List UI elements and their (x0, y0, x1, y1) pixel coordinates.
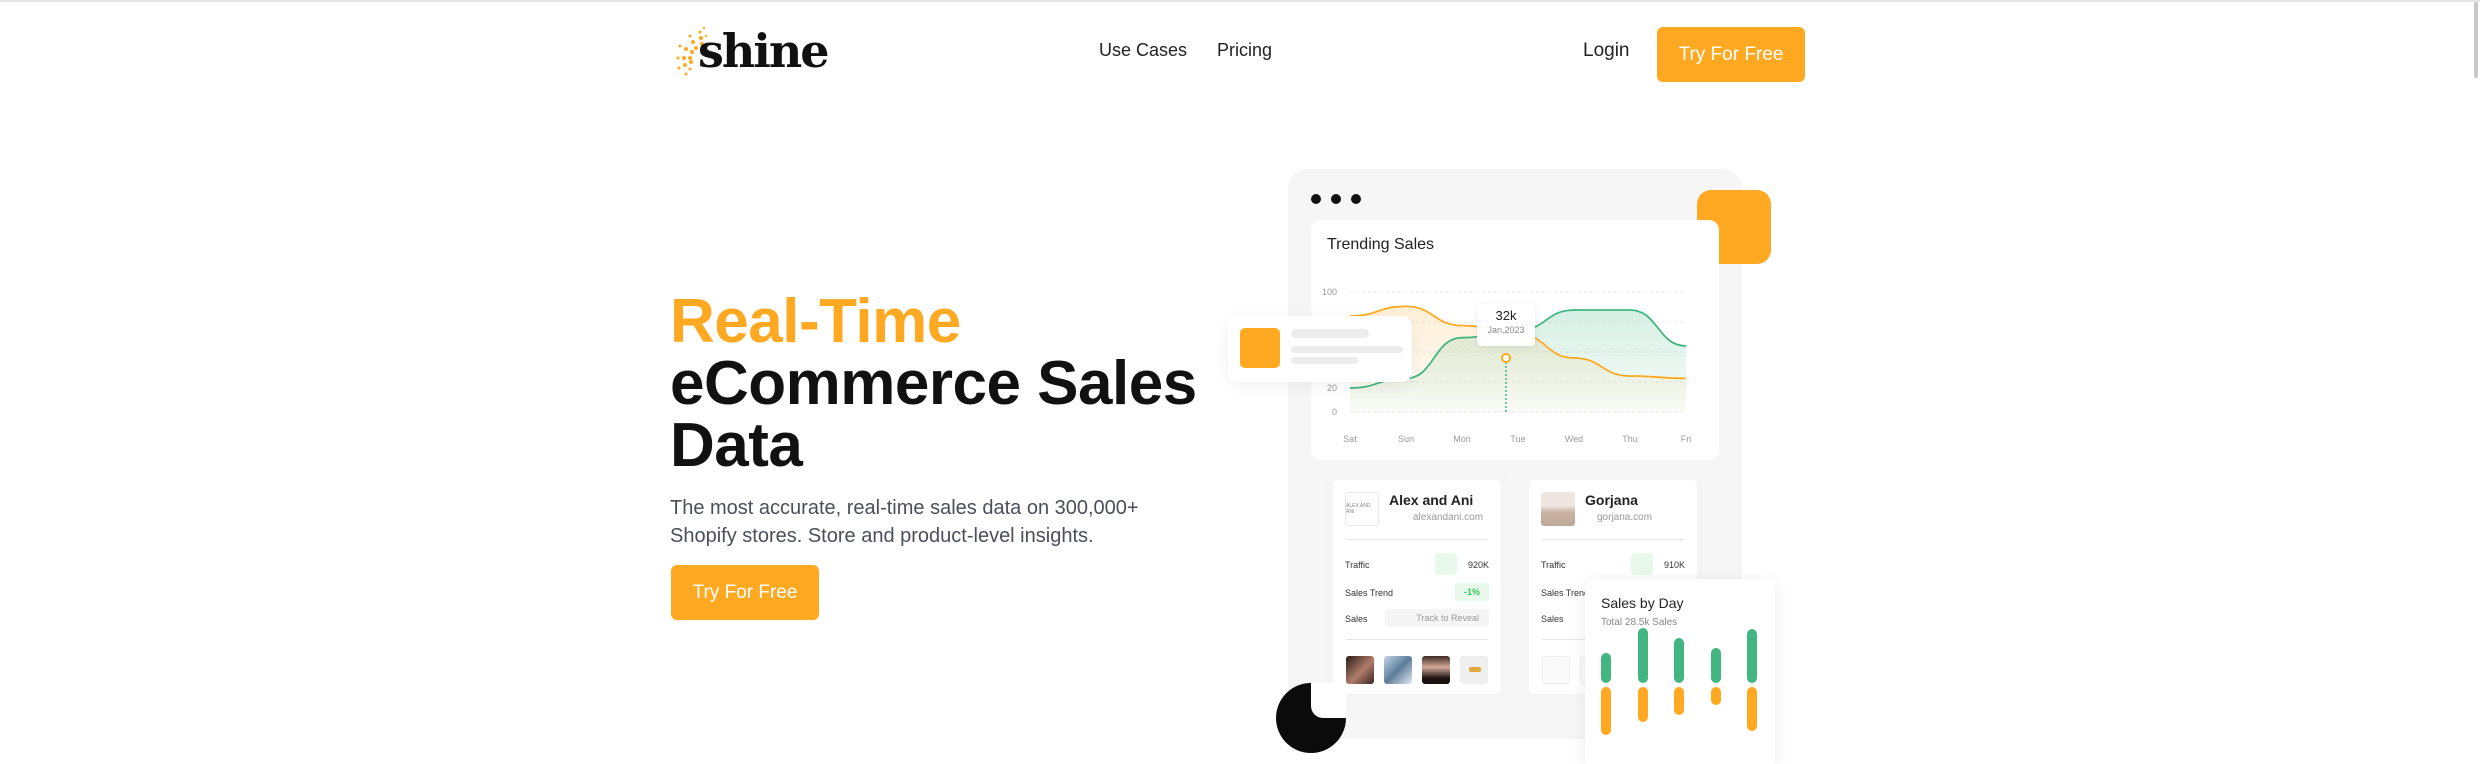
sales-bar-orange (1638, 687, 1648, 722)
divider (1542, 539, 1684, 540)
store-card-alex-and-ani[interactable]: ALEX AND ANI Alex and Ani alexandani.com… (1327, 474, 1507, 700)
sales-bar-orange (1747, 687, 1757, 731)
shine-logo[interactable]: shine (670, 24, 830, 84)
traffic-label: Traffic (1541, 560, 1566, 570)
hero-title-line3: Data (670, 411, 803, 480)
sales-by-day-card: Sales by Day Total 28.5k Sales (1585, 579, 1775, 764)
try-for-free-hero-button[interactable]: Try For Free (671, 565, 819, 620)
sales-bar-green (1638, 628, 1648, 683)
sales-trend-label: Sales Trend (1345, 588, 1394, 598)
skeleton-line (1291, 329, 1369, 338)
x-tick-label: Fri (1681, 434, 1692, 444)
decorative-notch (1311, 683, 1346, 718)
window-dot (1311, 194, 1321, 204)
y-tick-label: 20 (1327, 383, 1337, 393)
store-domain: gorjana.com (1597, 512, 1653, 523)
sales-bar-orange (1601, 687, 1611, 735)
main-nav: Use Cases Pricing (1099, 40, 1272, 61)
x-tick-label: Tue (1510, 434, 1525, 444)
window-dot (1351, 194, 1361, 204)
store-logo (1541, 492, 1575, 526)
page-scrollbar[interactable] (2474, 2, 2478, 78)
divider (1346, 539, 1488, 540)
x-tick-label: Mon (1453, 434, 1471, 444)
window-dots (1311, 194, 1361, 204)
sales-bar-orange (1674, 687, 1684, 715)
sales-trend-label: Sales Trend (1541, 588, 1590, 598)
store-name: Alex and Ani (1389, 492, 1474, 508)
sales-label: Sales (1541, 614, 1564, 624)
skeleton-line (1291, 346, 1403, 353)
product-thumbnail[interactable] (1542, 656, 1570, 684)
floating-skeleton-card (1228, 316, 1412, 382)
tooltip-value: 32k (1496, 308, 1517, 323)
hero-title-line2: eCommerce Sales (670, 349, 1197, 418)
sales-label: Sales (1345, 614, 1368, 624)
login-link[interactable]: Login (1583, 40, 1630, 62)
y-tick-label: 100 (1322, 287, 1337, 297)
hero-title-highlight: Real-Time (670, 287, 961, 356)
highlight-point[interactable] (1501, 353, 1511, 363)
traffic-chip (1631, 553, 1653, 575)
product-thumbnail[interactable] (1460, 656, 1488, 684)
chart-tooltip: 32k Jan,2023 (1477, 304, 1535, 346)
store-name: Gorjana (1585, 492, 1638, 508)
traffic-value: 910K (1663, 560, 1685, 570)
sales-bar-green (1747, 629, 1757, 683)
tooltip-date: Jan,2023 (1487, 325, 1524, 335)
sales-bar-green (1601, 653, 1611, 683)
track-to-reveal-button[interactable]: Track to Reveal (1385, 609, 1489, 627)
sales-bar-green (1711, 648, 1721, 683)
store-domain: alexandani.com (1413, 512, 1484, 523)
traffic-label: Traffic (1345, 560, 1370, 570)
x-tick-label: Wed (1565, 434, 1583, 444)
store-logo: ALEX AND ANI (1345, 492, 1379, 526)
skeleton-line (1291, 357, 1358, 364)
x-tick-label: Thu (1622, 434, 1638, 444)
window-dot (1331, 194, 1341, 204)
x-tick-label: Sat (1343, 434, 1357, 444)
nav-pricing[interactable]: Pricing (1217, 40, 1272, 61)
divider (1346, 639, 1488, 640)
nav-use-cases[interactable]: Use Cases (1099, 40, 1187, 61)
x-tick-label: Sun (1398, 434, 1414, 444)
try-for-free-nav-button[interactable]: Try For Free (1657, 27, 1805, 82)
sales-trend-value: -1% (1455, 583, 1489, 601)
product-thumbnail[interactable] (1346, 656, 1374, 684)
sales-bar-green (1674, 638, 1684, 683)
sales-by-day-chart (1601, 628, 1757, 735)
skeleton-thumbnail (1240, 328, 1280, 368)
sales-bar-orange (1711, 687, 1721, 705)
product-thumbnail[interactable] (1422, 656, 1450, 684)
hero-subtitle: The most accurate, real-time sales data … (670, 497, 1139, 547)
y-tick-label: 0 (1332, 407, 1337, 417)
ring-icon (1469, 667, 1481, 672)
traffic-chip (1435, 553, 1457, 575)
logo-wordmark: shine (698, 24, 830, 78)
traffic-value: 920K (1467, 560, 1489, 570)
product-thumbnail[interactable] (1384, 656, 1412, 684)
